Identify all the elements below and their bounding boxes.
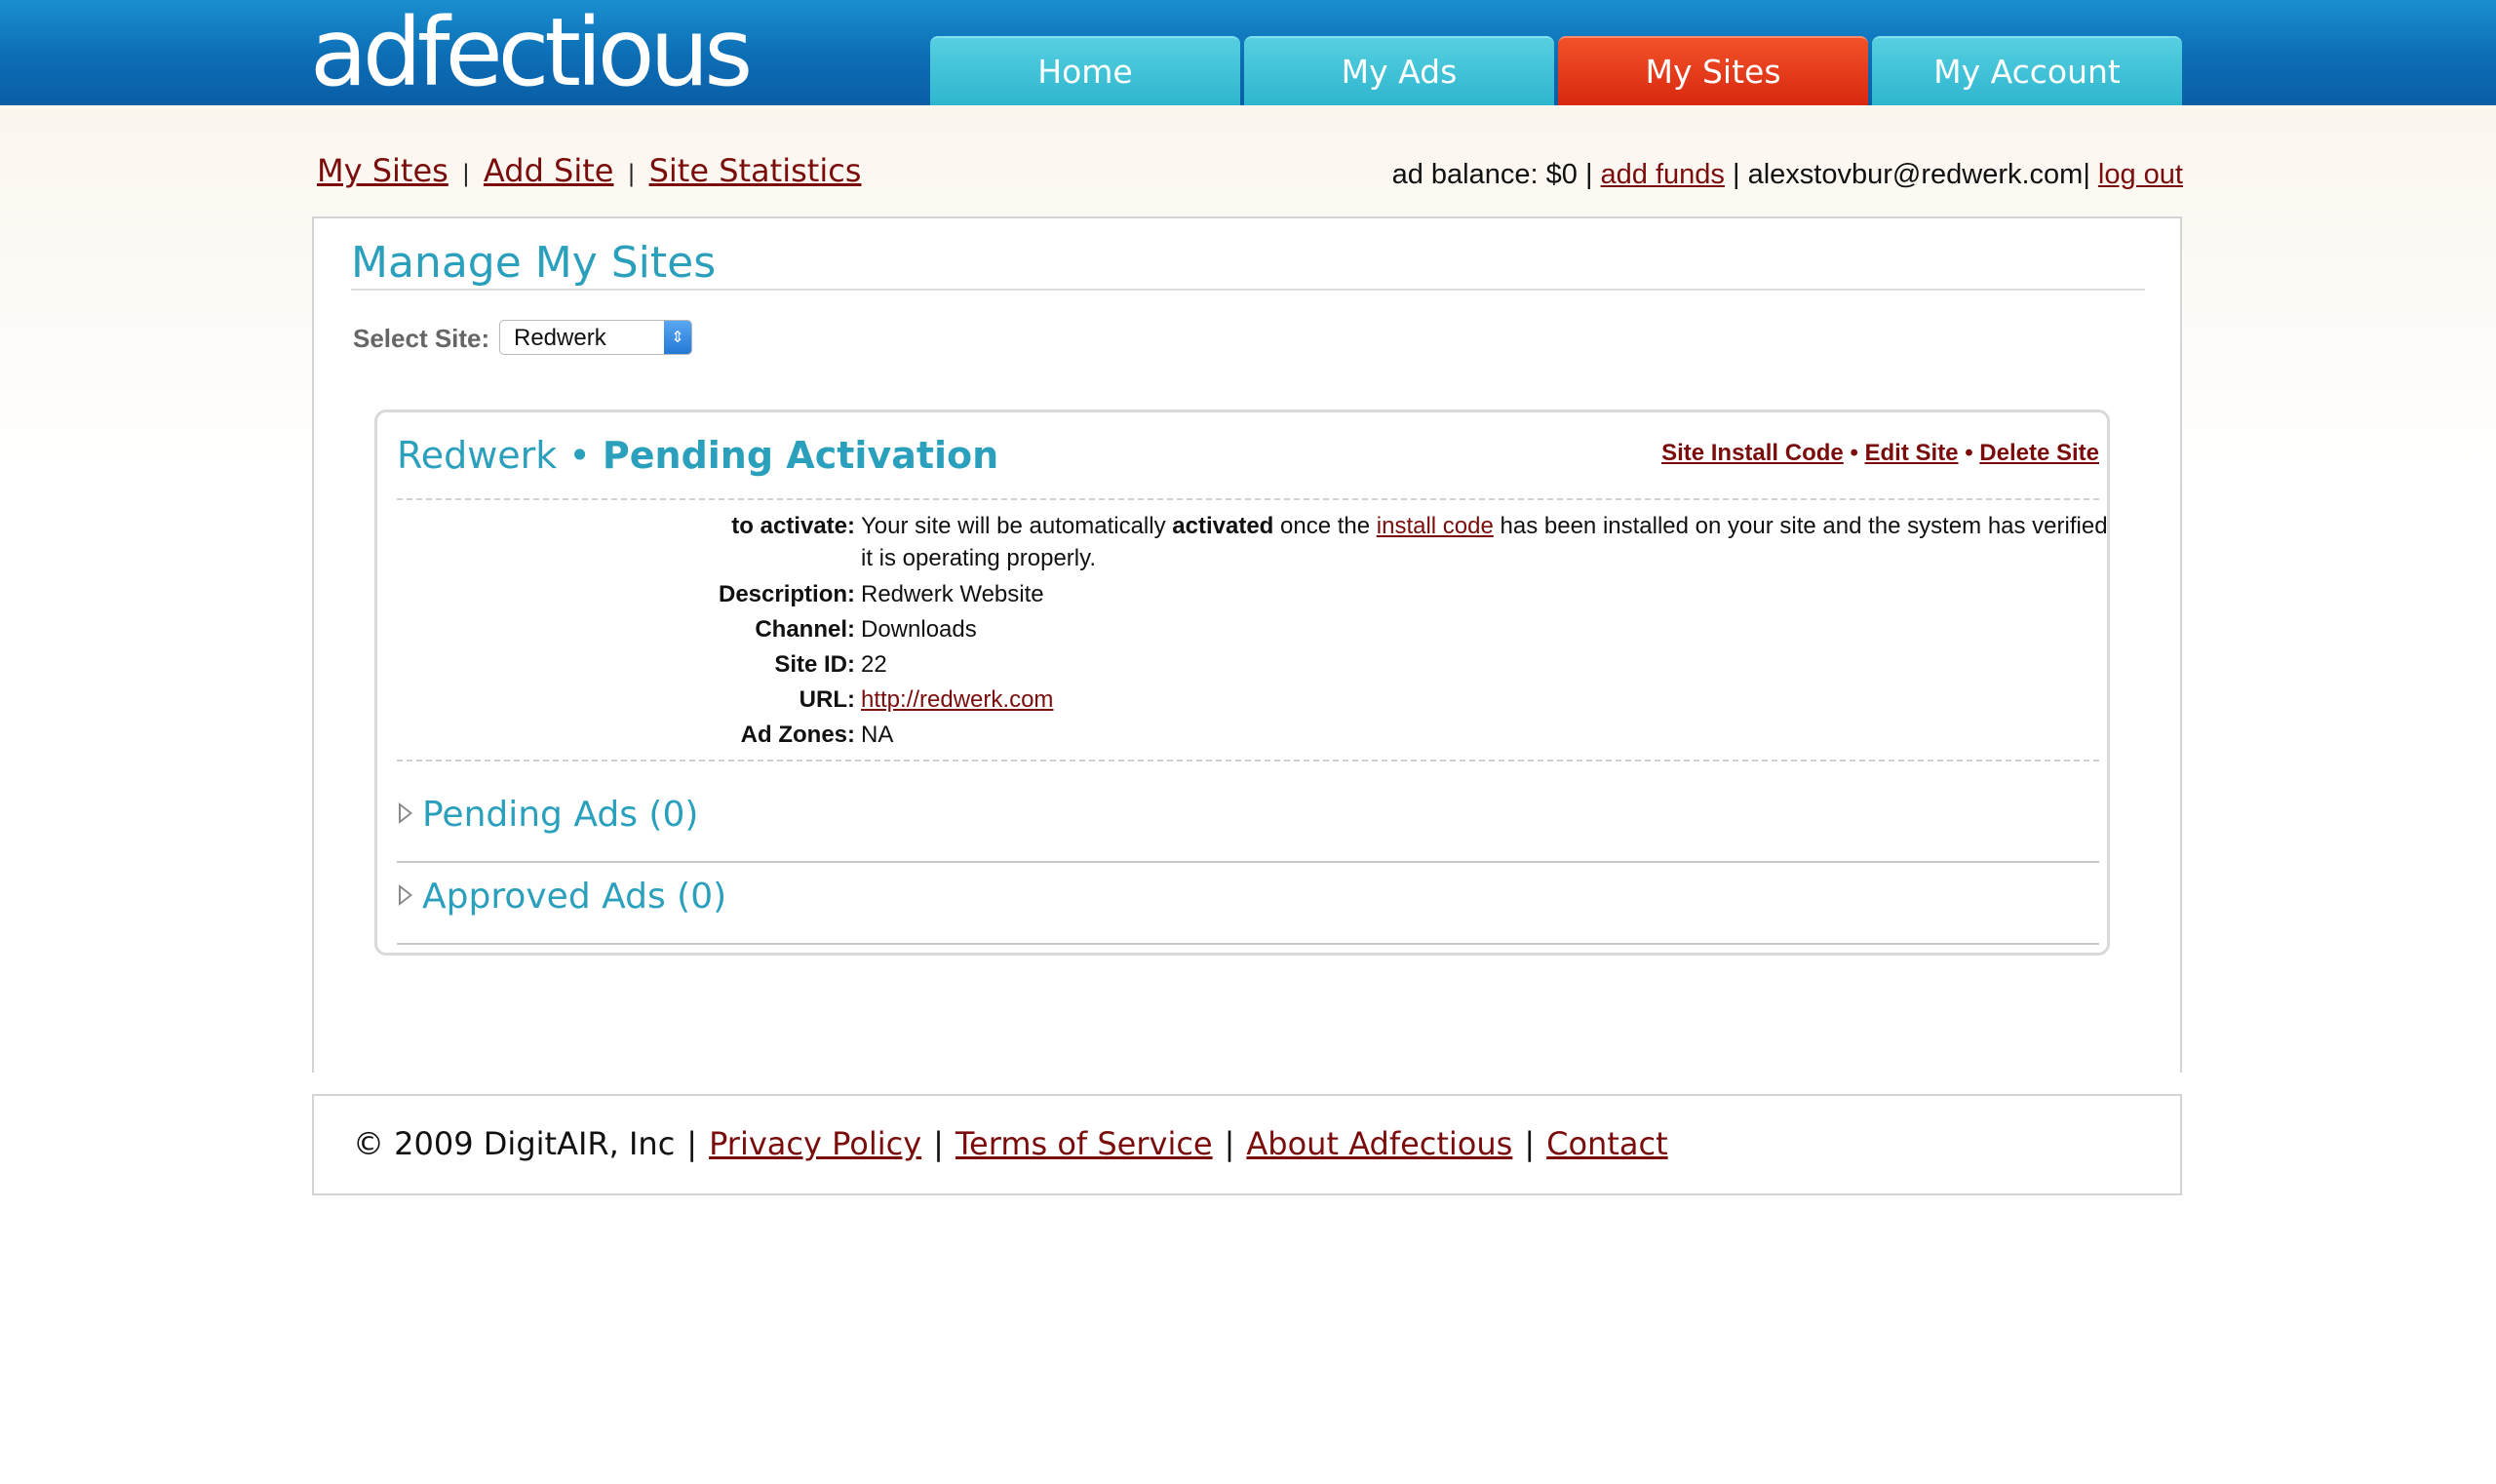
about-adfectious-link[interactable]: About Adfectious xyxy=(1246,1125,1512,1162)
subnav-site-statistics-link[interactable]: Site Statistics xyxy=(649,152,862,189)
tab-my-ads[interactable]: My Ads xyxy=(1244,36,1554,105)
sub-navigation: My Sites | Add Site | Site Statistics xyxy=(317,152,861,189)
title-bullet: • xyxy=(568,434,591,477)
footer-separator: | xyxy=(1524,1125,1536,1162)
site-select-value: Redwerk xyxy=(514,325,606,351)
logout-link[interactable]: log out xyxy=(2098,159,2183,190)
site-card-title: Redwerk • Pending Activation xyxy=(397,434,998,477)
tab-my-ads-label: My Ads xyxy=(1341,53,1458,91)
select-arrows-icon[interactable]: ⇕ xyxy=(664,321,691,354)
ad-balance: ad balance: $0 xyxy=(1391,159,1578,190)
footer: © 2009 DigitAIR, Inc | Privacy Policy | Term… xyxy=(312,1094,2182,1195)
subnav-separator: | xyxy=(627,160,636,187)
activate-text: Your site will be automatically activate… xyxy=(861,510,2119,574)
tab-home[interactable]: Home xyxy=(930,36,1240,105)
approved-ads-label: Approved Ads (0) xyxy=(422,877,727,917)
tab-my-sites-label: My Sites xyxy=(1645,53,1781,91)
site-name: Redwerk xyxy=(397,434,558,477)
edit-site-link[interactable]: Edit Site xyxy=(1865,440,1959,466)
privacy-policy-link[interactable]: Privacy Policy xyxy=(709,1125,921,1162)
subnav-my-sites-link[interactable]: My Sites xyxy=(317,152,448,189)
site-id-label: Site ID: xyxy=(774,651,855,678)
page-title: Manage My Sites xyxy=(351,238,717,288)
tab-my-sites[interactable]: My Sites xyxy=(1558,36,1868,105)
expand-triangle-icon xyxy=(399,884,412,906)
site-id-value: 22 xyxy=(861,651,887,678)
site-actions: Site Install Code • Edit Site • Delete S… xyxy=(1661,440,2099,467)
site-card: Redwerk • Pending Activation Site Instal… xyxy=(374,410,2110,956)
tab-home-label: Home xyxy=(1037,53,1133,91)
expand-triangle-icon xyxy=(399,802,412,824)
tab-my-account[interactable]: My Account xyxy=(1872,36,2182,105)
section-divider xyxy=(397,861,2099,863)
approved-ads-toggle[interactable]: Approved Ads (0) xyxy=(399,877,726,917)
title-divider xyxy=(351,289,2145,291)
description-value: Redwerk Website xyxy=(861,581,1044,607)
site-url-link[interactable]: http://redwerk.com xyxy=(861,686,1053,713)
activate-text-part: Your site will be automatically xyxy=(861,513,1166,539)
channel-label: Channel: xyxy=(755,616,855,643)
channel-value: Downloads xyxy=(861,616,977,643)
activate-label: to activate: xyxy=(731,513,855,539)
activate-text-part: once the xyxy=(1280,513,1371,539)
adfectious-logo[interactable]: adfectious xyxy=(310,2,753,103)
section-divider xyxy=(397,943,2099,945)
contact-link[interactable]: Contact xyxy=(1546,1125,1668,1162)
footer-separator: | xyxy=(933,1125,944,1162)
subnav-separator: | xyxy=(461,160,470,187)
footer-separator: | xyxy=(1224,1125,1235,1162)
tab-my-account-label: My Account xyxy=(1933,53,2121,91)
footer-text: © 2009 DigitAIR, Inc | Privacy Policy | Term… xyxy=(353,1125,1668,1162)
ad-zones-label: Ad Zones: xyxy=(740,722,855,748)
pending-ads-label: Pending Ads (0) xyxy=(422,795,699,835)
subnav-add-site-link[interactable]: Add Site xyxy=(484,152,614,189)
pending-ads-toggle[interactable]: Pending Ads (0) xyxy=(399,795,698,835)
user-email: alexstovbur@redwerk.com xyxy=(1747,159,2084,190)
main-panel: Manage My Sites Select Site: Redwerk ⇕ R… xyxy=(312,216,2182,1073)
add-funds-link[interactable]: add funds xyxy=(1601,159,1725,190)
dashed-divider xyxy=(397,760,2099,762)
url-label: URL: xyxy=(799,686,855,713)
select-site-label: Select Site: xyxy=(353,324,490,353)
install-code-link[interactable]: install code xyxy=(1377,513,1494,539)
description-label: Description: xyxy=(718,581,855,607)
site-select[interactable]: Redwerk ⇕ xyxy=(499,320,692,355)
copyright: © 2009 DigitAIR, Inc xyxy=(353,1125,676,1162)
site-install-code-link[interactable]: Site Install Code xyxy=(1661,440,1844,466)
footer-separator: | xyxy=(686,1125,698,1162)
delete-site-link[interactable]: Delete Site xyxy=(1979,440,2099,466)
action-bullet: • xyxy=(1965,440,1973,466)
site-status: Pending Activation xyxy=(602,434,999,477)
account-bar: ad balance: $0 | add funds | alexstovbur… xyxy=(1391,159,2183,190)
logo-text: adfectious xyxy=(310,0,753,107)
dashed-divider xyxy=(397,498,2099,500)
url-value: http://redwerk.com xyxy=(861,683,2119,716)
ad-zones-value: NA xyxy=(861,722,894,748)
action-bullet: • xyxy=(1850,440,1858,466)
activate-text-bold: activated xyxy=(1172,513,1274,539)
terms-of-service-link[interactable]: Terms of Service xyxy=(956,1125,1213,1162)
